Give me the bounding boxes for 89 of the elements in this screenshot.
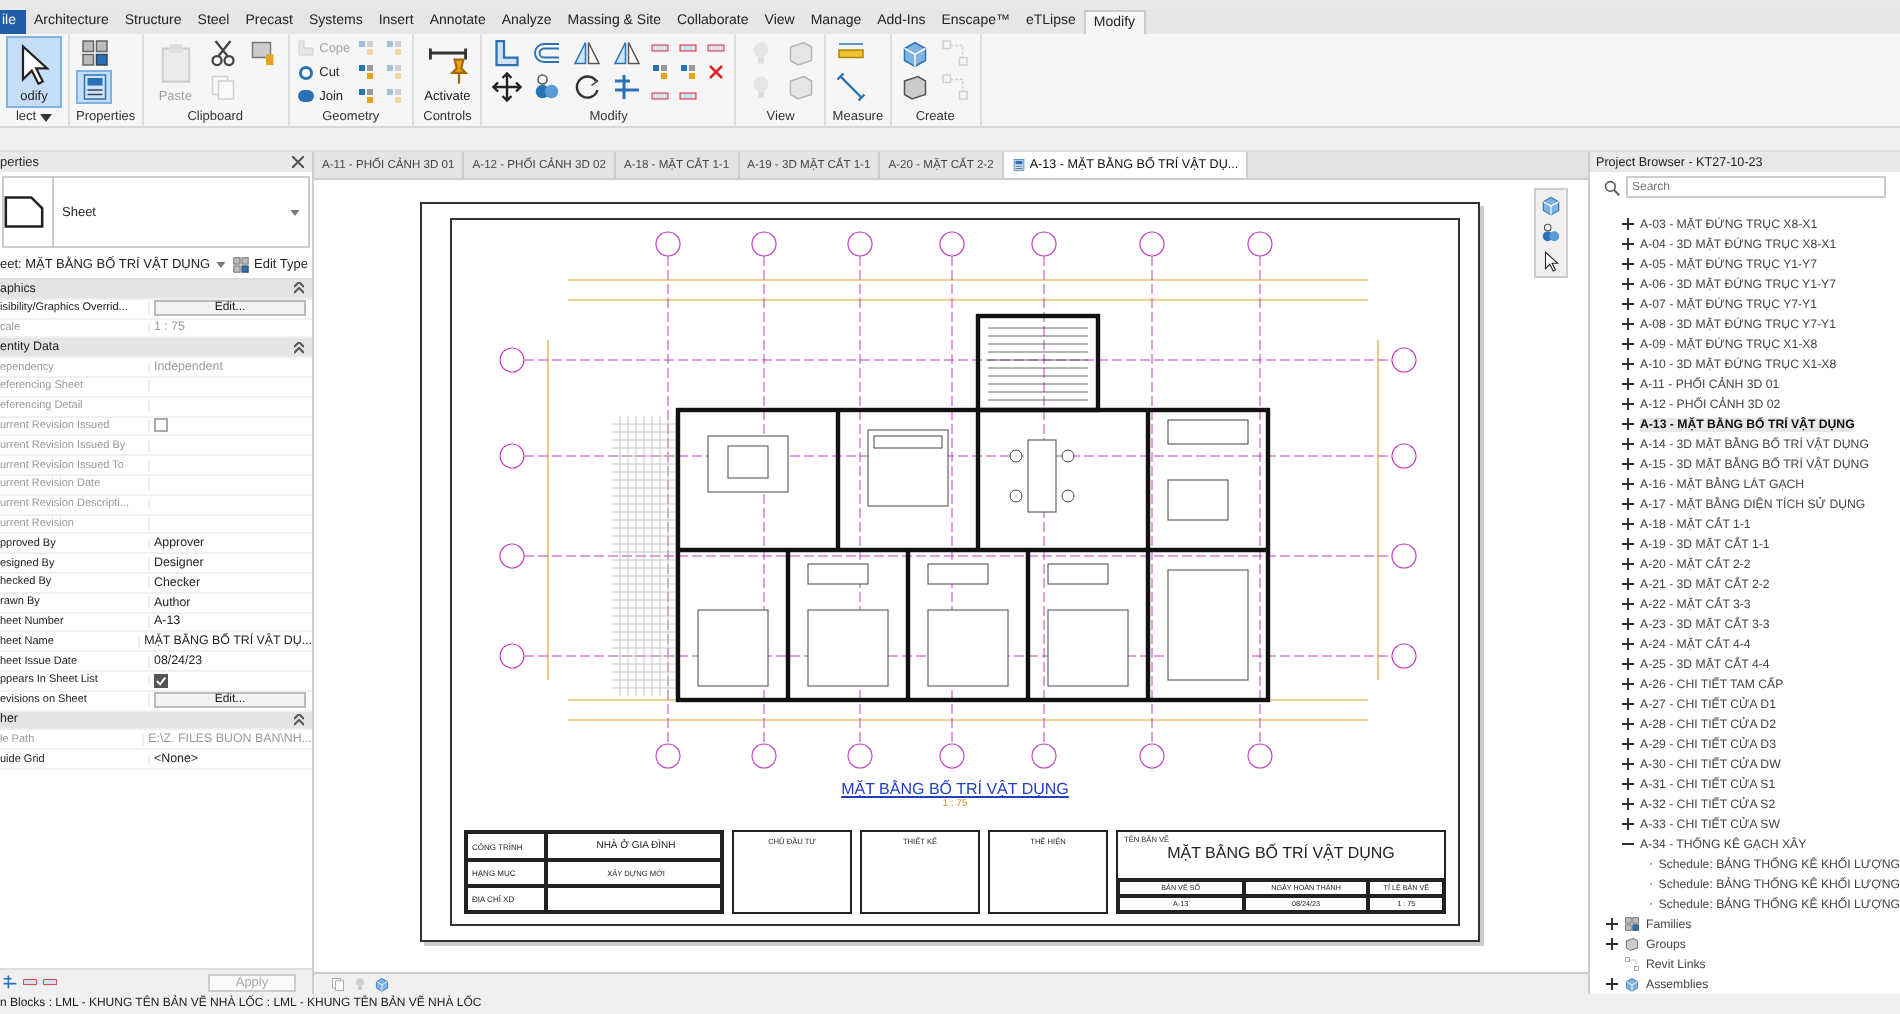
blocks-icon xyxy=(356,62,377,82)
tool-button[interactable] xyxy=(76,36,112,70)
arcs-icon xyxy=(531,38,562,68)
cube-icon xyxy=(1540,194,1562,216)
plus-icon[interactable] xyxy=(1622,558,1634,570)
plus-icon[interactable] xyxy=(1622,618,1634,630)
checkbox[interactable] xyxy=(154,673,168,688)
nodes-icon xyxy=(940,72,971,102)
caret-icon xyxy=(290,209,300,215)
circles-icon xyxy=(1540,222,1562,244)
bars-icon xyxy=(678,86,699,106)
tiles-icon xyxy=(79,38,109,68)
nodes-icon xyxy=(1624,956,1640,972)
blocks-icon xyxy=(356,38,377,58)
tool-button[interactable] xyxy=(568,36,605,70)
diagonal-line-icon xyxy=(835,72,866,102)
blocks-icon xyxy=(384,62,405,82)
blocks-icon xyxy=(678,62,699,82)
blocks-icon xyxy=(650,62,671,82)
circles-icon xyxy=(531,72,562,102)
plus-icon[interactable] xyxy=(1606,978,1618,990)
view-title: MẶT BẰNG BỐ TRÍ VẬT DỤNG xyxy=(841,780,1069,798)
plus-icon[interactable] xyxy=(1622,758,1634,770)
sheet-name: MẶT BẰNG BỐ TRÍ VẬT DỤNG xyxy=(1165,844,1397,862)
tool-button[interactable] xyxy=(488,70,525,104)
bars-icon xyxy=(650,38,671,58)
cube-icon xyxy=(374,976,390,992)
plus-icon[interactable] xyxy=(1622,338,1634,350)
tiles-icon xyxy=(1624,916,1640,932)
plus-icon[interactable] xyxy=(1622,298,1634,310)
join-icon xyxy=(295,86,316,106)
search-icon xyxy=(1604,179,1620,195)
lines-icon xyxy=(2,974,18,990)
plus-icon[interactable] xyxy=(1622,258,1634,270)
plus-icon[interactable] xyxy=(1622,278,1634,290)
collapse-icon[interactable] xyxy=(294,713,304,726)
minus-icon[interactable] xyxy=(1622,838,1634,850)
plus-icon[interactable] xyxy=(1622,738,1634,750)
plus-icon[interactable] xyxy=(1622,798,1634,810)
plus-icon[interactable] xyxy=(1622,318,1634,330)
blocks-icon xyxy=(384,86,405,106)
plus-icon[interactable] xyxy=(1622,478,1634,490)
plus-icon[interactable] xyxy=(1622,238,1634,250)
plus-icon[interactable] xyxy=(1606,918,1618,930)
plus-icon[interactable] xyxy=(1622,418,1634,430)
tiles-icon xyxy=(232,256,251,274)
plus-icon[interactable] xyxy=(1622,818,1634,830)
plus-icon[interactable] xyxy=(1622,598,1634,610)
bulb-icon xyxy=(352,976,368,992)
plus-icon[interactable] xyxy=(1622,378,1634,390)
plus-icon[interactable] xyxy=(1622,518,1634,530)
plus-icon[interactable] xyxy=(1622,398,1634,410)
blocks-icon xyxy=(356,86,377,106)
x-mark-icon xyxy=(706,62,727,82)
plus-icon[interactable] xyxy=(1622,358,1634,370)
close-icon[interactable] xyxy=(292,156,304,168)
pages-icon xyxy=(208,72,239,102)
bars-icon xyxy=(706,38,727,58)
lines-icon xyxy=(611,72,642,102)
arc-icon xyxy=(571,72,602,102)
plus-icon[interactable] xyxy=(1622,718,1634,730)
plus-icon[interactable] xyxy=(1622,538,1634,550)
navigation-bar[interactable] xyxy=(1534,188,1568,278)
plus-icon[interactable] xyxy=(1622,698,1634,710)
plus-icon[interactable] xyxy=(1606,938,1618,950)
plus-icon[interactable] xyxy=(1622,658,1634,670)
plus-icon[interactable] xyxy=(1622,578,1634,590)
bars-icon xyxy=(650,86,671,106)
plus-icon[interactable] xyxy=(1622,778,1634,790)
plus-icon[interactable] xyxy=(1622,438,1634,450)
plus-icon[interactable] xyxy=(1622,458,1634,470)
plus-icon[interactable] xyxy=(1622,498,1634,510)
pages-icon xyxy=(330,976,346,992)
blocks-icon xyxy=(384,38,405,58)
caret-icon[interactable] xyxy=(40,113,53,121)
scissors-icon xyxy=(208,38,239,68)
plus-icon[interactable] xyxy=(1622,678,1634,690)
tool-button[interactable] xyxy=(608,36,645,70)
collapse-icon[interactable] xyxy=(294,282,304,295)
collapse-icon[interactable] xyxy=(294,341,304,354)
bars-icon xyxy=(678,38,699,58)
cross-arrows-icon xyxy=(491,72,522,102)
cope-icon xyxy=(295,38,316,58)
bracket-icon xyxy=(491,38,522,68)
nodes-icon xyxy=(940,38,971,68)
cut-icon xyxy=(295,62,316,82)
cursor-icon xyxy=(1540,250,1562,272)
plus-icon[interactable] xyxy=(1622,638,1634,650)
plus-icon[interactable] xyxy=(1622,218,1634,230)
